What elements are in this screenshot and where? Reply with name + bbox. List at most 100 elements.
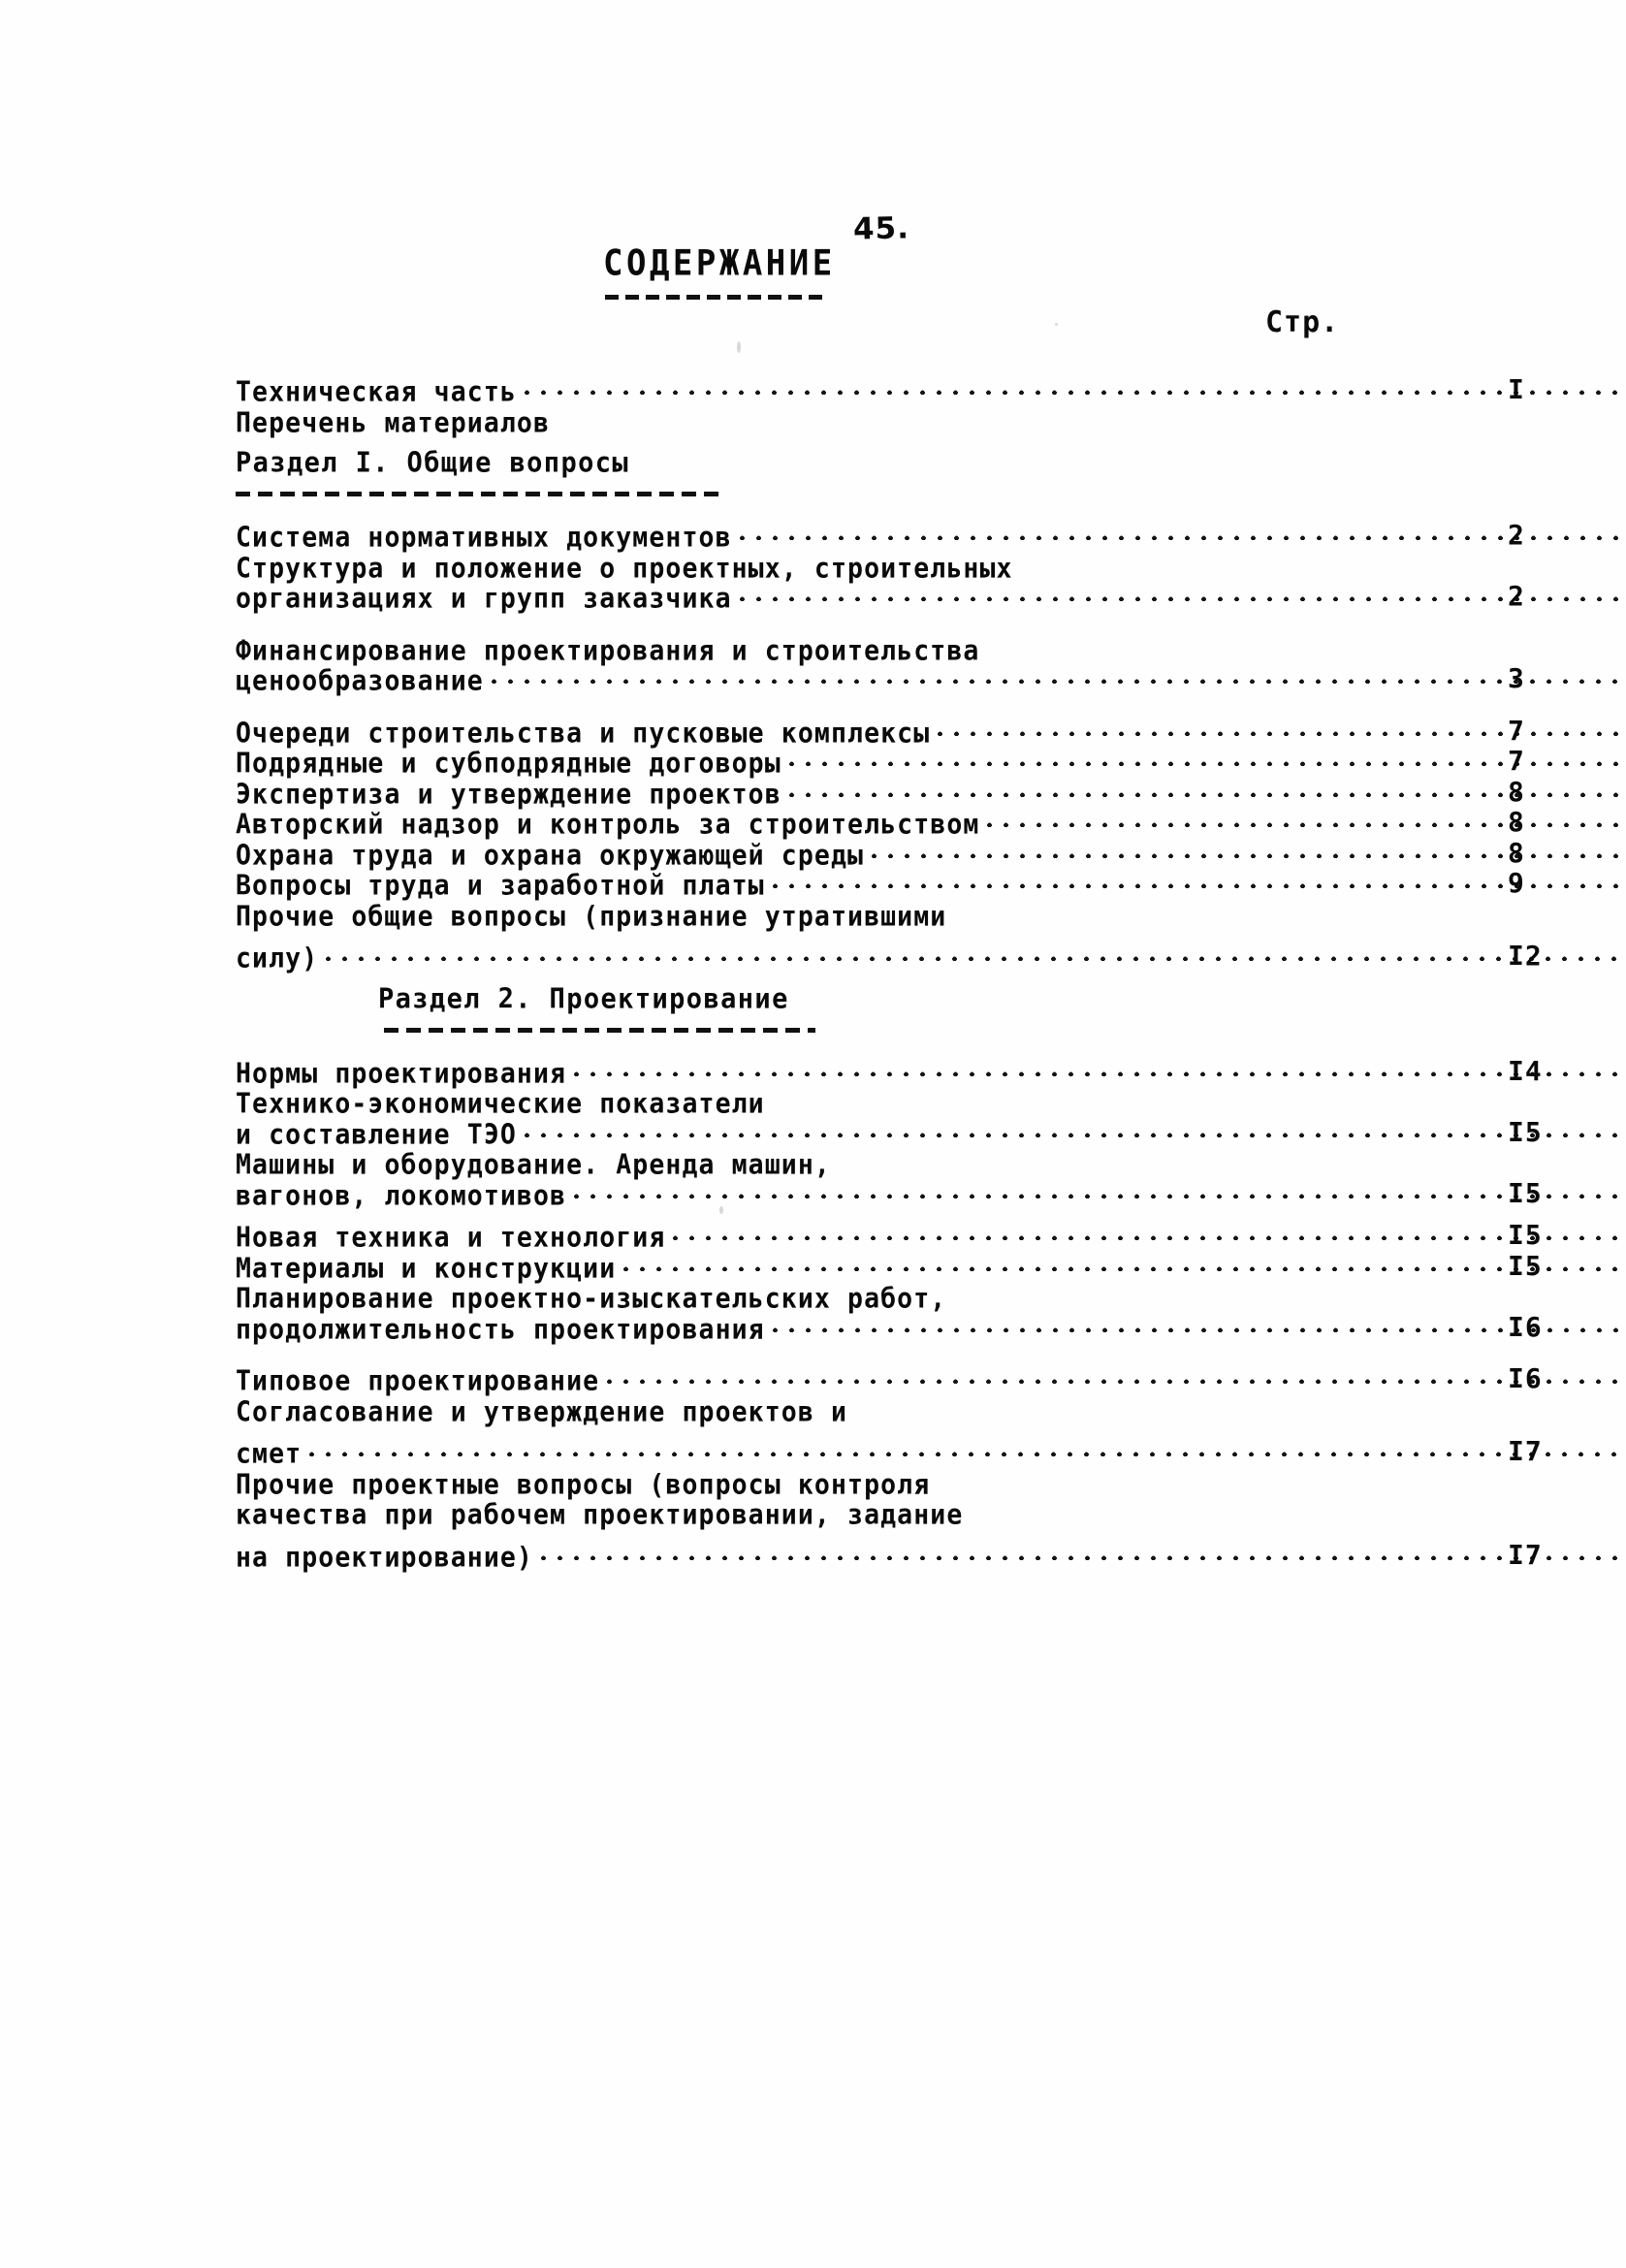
- toc-entry-label: на проектирование): [236, 1541, 533, 1574]
- toc-entry-continuation: Машины и оборудование. Аренда машин,: [0, 1149, 1626, 1180]
- scan-speck: [737, 341, 741, 353]
- toc-entry-page: 2: [1508, 580, 1525, 612]
- section-heading-2: Раздел 2. Проектирование: [378, 982, 789, 1015]
- scan-speck: [719, 1206, 723, 1214]
- section-underline-1: [236, 492, 720, 496]
- toc-entry-page: 7: [1508, 745, 1525, 777]
- scan-speck: [1055, 323, 1058, 326]
- toc-entry-page: I5: [1508, 1219, 1543, 1251]
- toc-entry-label: Подрядные и субподрядные договоры: [236, 747, 781, 781]
- toc-entry[interactable]: Техническая часть I: [0, 376, 1626, 407]
- toc-entry-page: I6: [1508, 1362, 1543, 1394]
- toc-entry[interactable]: Система нормативных документов 2: [0, 522, 1626, 553]
- toc-entry-continuation: Финансирование проектирования и строител…: [0, 635, 1626, 666]
- toc-entry-page: I2: [1508, 940, 1543, 972]
- toc-entry-label: Система нормативных документов: [236, 521, 732, 555]
- toc-entry-label: Финансирование проектирования и строител…: [236, 634, 980, 667]
- toc-entry[interactable]: Экспертиза и утверждение проектов 8: [0, 775, 1626, 811]
- toc-entry[interactable]: продолжительность проектирования I6: [0, 1310, 1626, 1345]
- folio-number: 45.: [852, 210, 910, 247]
- toc-entry[interactable]: Новая техника и технология I5: [0, 1222, 1626, 1253]
- toc-entry-continuation: Структура и положение о проектных, строи…: [0, 553, 1626, 584]
- toc-entry-page: I5: [1508, 1176, 1543, 1209]
- dot-leader: [965, 1499, 1618, 1524]
- dot-leader: [1015, 553, 1618, 578]
- toc-entry-label: смет: [236, 1437, 303, 1471]
- toc-entry-page: 9: [1508, 867, 1525, 899]
- toc-entry-continuation: Технико-экономические показатели: [0, 1088, 1626, 1119]
- table-of-contents: Техническая часть I Перечень материалов …: [0, 376, 1626, 1572]
- toc-entry-page: I4: [1508, 1054, 1543, 1087]
- toc-entry[interactable]: Перечень материалов: [0, 407, 1626, 438]
- toc-entry-label: Типовое проектирование: [236, 1364, 600, 1398]
- page-column-header: Стр.: [1265, 305, 1340, 339]
- toc-entry[interactable]: вагонов, локомотивов I5: [0, 1176, 1626, 1212]
- toc-entry[interactable]: силу) I2: [0, 942, 1626, 974]
- dot-leader: [833, 1149, 1618, 1174]
- toc-entry[interactable]: Материалы и конструкции I5: [0, 1249, 1626, 1285]
- toc-entry-page: 3: [1508, 662, 1525, 694]
- toc-entry-label: и составление ТЭО: [236, 1118, 517, 1151]
- toc-entry-label: Структура и положение о проектных, строи…: [236, 552, 1013, 585]
- toc-entry[interactable]: и составление ТЭО I5: [0, 1115, 1626, 1151]
- toc-entry-page: 8: [1508, 806, 1525, 838]
- dot-leader: [932, 1469, 1618, 1494]
- toc-entry-label: Охрана труда и охрана окружающей среды: [236, 839, 865, 872]
- document-page: 45. СОДЕРЖАНИЕ Стр. Техническая часть I …: [0, 0, 1626, 2268]
- title-underline: [605, 295, 826, 300]
- toc-entry-page: I7: [1508, 1538, 1543, 1571]
- section-heading-1: Раздел I. Общие вопросы: [236, 446, 630, 479]
- page-header: 45. СОДЕРЖАНИЕ: [0, 210, 1626, 337]
- toc-entry[interactable]: Подрядные и субподрядные договоры 7: [0, 748, 1626, 779]
- toc-entry[interactable]: смет I7: [0, 1438, 1626, 1469]
- toc-entry[interactable]: Нормы проектирования I4: [0, 1054, 1626, 1090]
- toc-entry-label: Машины и оборудование. Аренда машин,: [236, 1148, 831, 1182]
- toc-entry-page: 8: [1508, 775, 1525, 808]
- toc-entry-label: Техническая часть: [236, 375, 517, 409]
- toc-entry[interactable]: Очереди строительства и пусковые комплек…: [0, 714, 1626, 750]
- toc-entry-page: I6: [1508, 1310, 1543, 1343]
- toc-entry-label: ценообразование: [236, 664, 484, 698]
- toc-entry-continuation: Согласование и утверждение проектов и: [0, 1396, 1626, 1427]
- toc-entry-label: Прочие проектные вопросы (вопросы контро…: [236, 1468, 931, 1501]
- toc-entry[interactable]: организациях и групп заказчика 2: [0, 583, 1626, 614]
- dot-leader: [849, 1396, 1618, 1421]
- toc-entry-label: Перечень материалов: [236, 406, 551, 439]
- toc-entry[interactable]: Охрана труда и охрана окружающей среды 8: [0, 836, 1626, 872]
- toc-entry-label: Технико-экономические показатели: [236, 1087, 765, 1121]
- section-underline-2: [384, 1027, 815, 1033]
- toc-entry[interactable]: на проектирование) I7: [0, 1538, 1626, 1574]
- toc-entry-page: 7: [1508, 714, 1525, 747]
- toc-entry-label: Экспертиза и утверждение проектов: [236, 778, 781, 811]
- toc-entry-page: I7: [1508, 1435, 1543, 1467]
- toc-entry-page: 8: [1508, 836, 1525, 869]
- toc-entry-label: силу): [236, 942, 319, 975]
- page-title: СОДЕРЖАНИЕ: [603, 242, 836, 285]
- toc-entry[interactable]: Вопросы труда и заработной платы 9: [0, 870, 1626, 901]
- toc-entry-label: Очереди строительства и пусковые комплек…: [236, 717, 931, 750]
- toc-entry-label: Авторский надзор и контроль за строитель…: [236, 808, 980, 842]
- toc-entry-label: Согласование и утверждение проектов и: [236, 1395, 848, 1428]
- toc-entry-page: 2: [1508, 519, 1525, 551]
- toc-entry-label: Новая техника и технология: [236, 1221, 666, 1255]
- toc-entry[interactable]: ценообразование 3: [0, 665, 1626, 696]
- toc-entry-continuation: качества при рабочем проектировании, зад…: [0, 1499, 1626, 1530]
- toc-entry[interactable]: Авторский надзор и контроль за строитель…: [0, 809, 1626, 840]
- toc-entry-page: I5: [1508, 1249, 1543, 1282]
- toc-entry[interactable]: Типовое проектирование I6: [0, 1365, 1626, 1396]
- toc-entry-label: Нормы проектирования: [236, 1057, 567, 1090]
- toc-entry-page: I: [1508, 373, 1525, 405]
- toc-entry-page: I5: [1508, 1115, 1543, 1148]
- dot-leader: [948, 1283, 1618, 1308]
- toc-entry-continuation: Прочие общие вопросы (признание утративш…: [0, 901, 1626, 932]
- dot-leader: [981, 635, 1618, 660]
- toc-entry-label: Прочие общие вопросы (признание утративш…: [236, 900, 947, 933]
- toc-entry-label: Планирование проектно-изыскательских раб…: [236, 1282, 947, 1316]
- toc-entry-label: Вопросы труда и заработной платы: [236, 869, 765, 903]
- dot-leader: [948, 901, 1618, 926]
- toc-entry-label: вагонов, локомотивов: [236, 1179, 567, 1212]
- toc-entry-label: Материалы и конструкции: [236, 1252, 617, 1285]
- toc-entry-label: организациях и групп заказчика: [236, 582, 732, 616]
- toc-entry-continuation: Прочие проектные вопросы (вопросы контро…: [0, 1469, 1626, 1500]
- dot-leader: [767, 1088, 1618, 1113]
